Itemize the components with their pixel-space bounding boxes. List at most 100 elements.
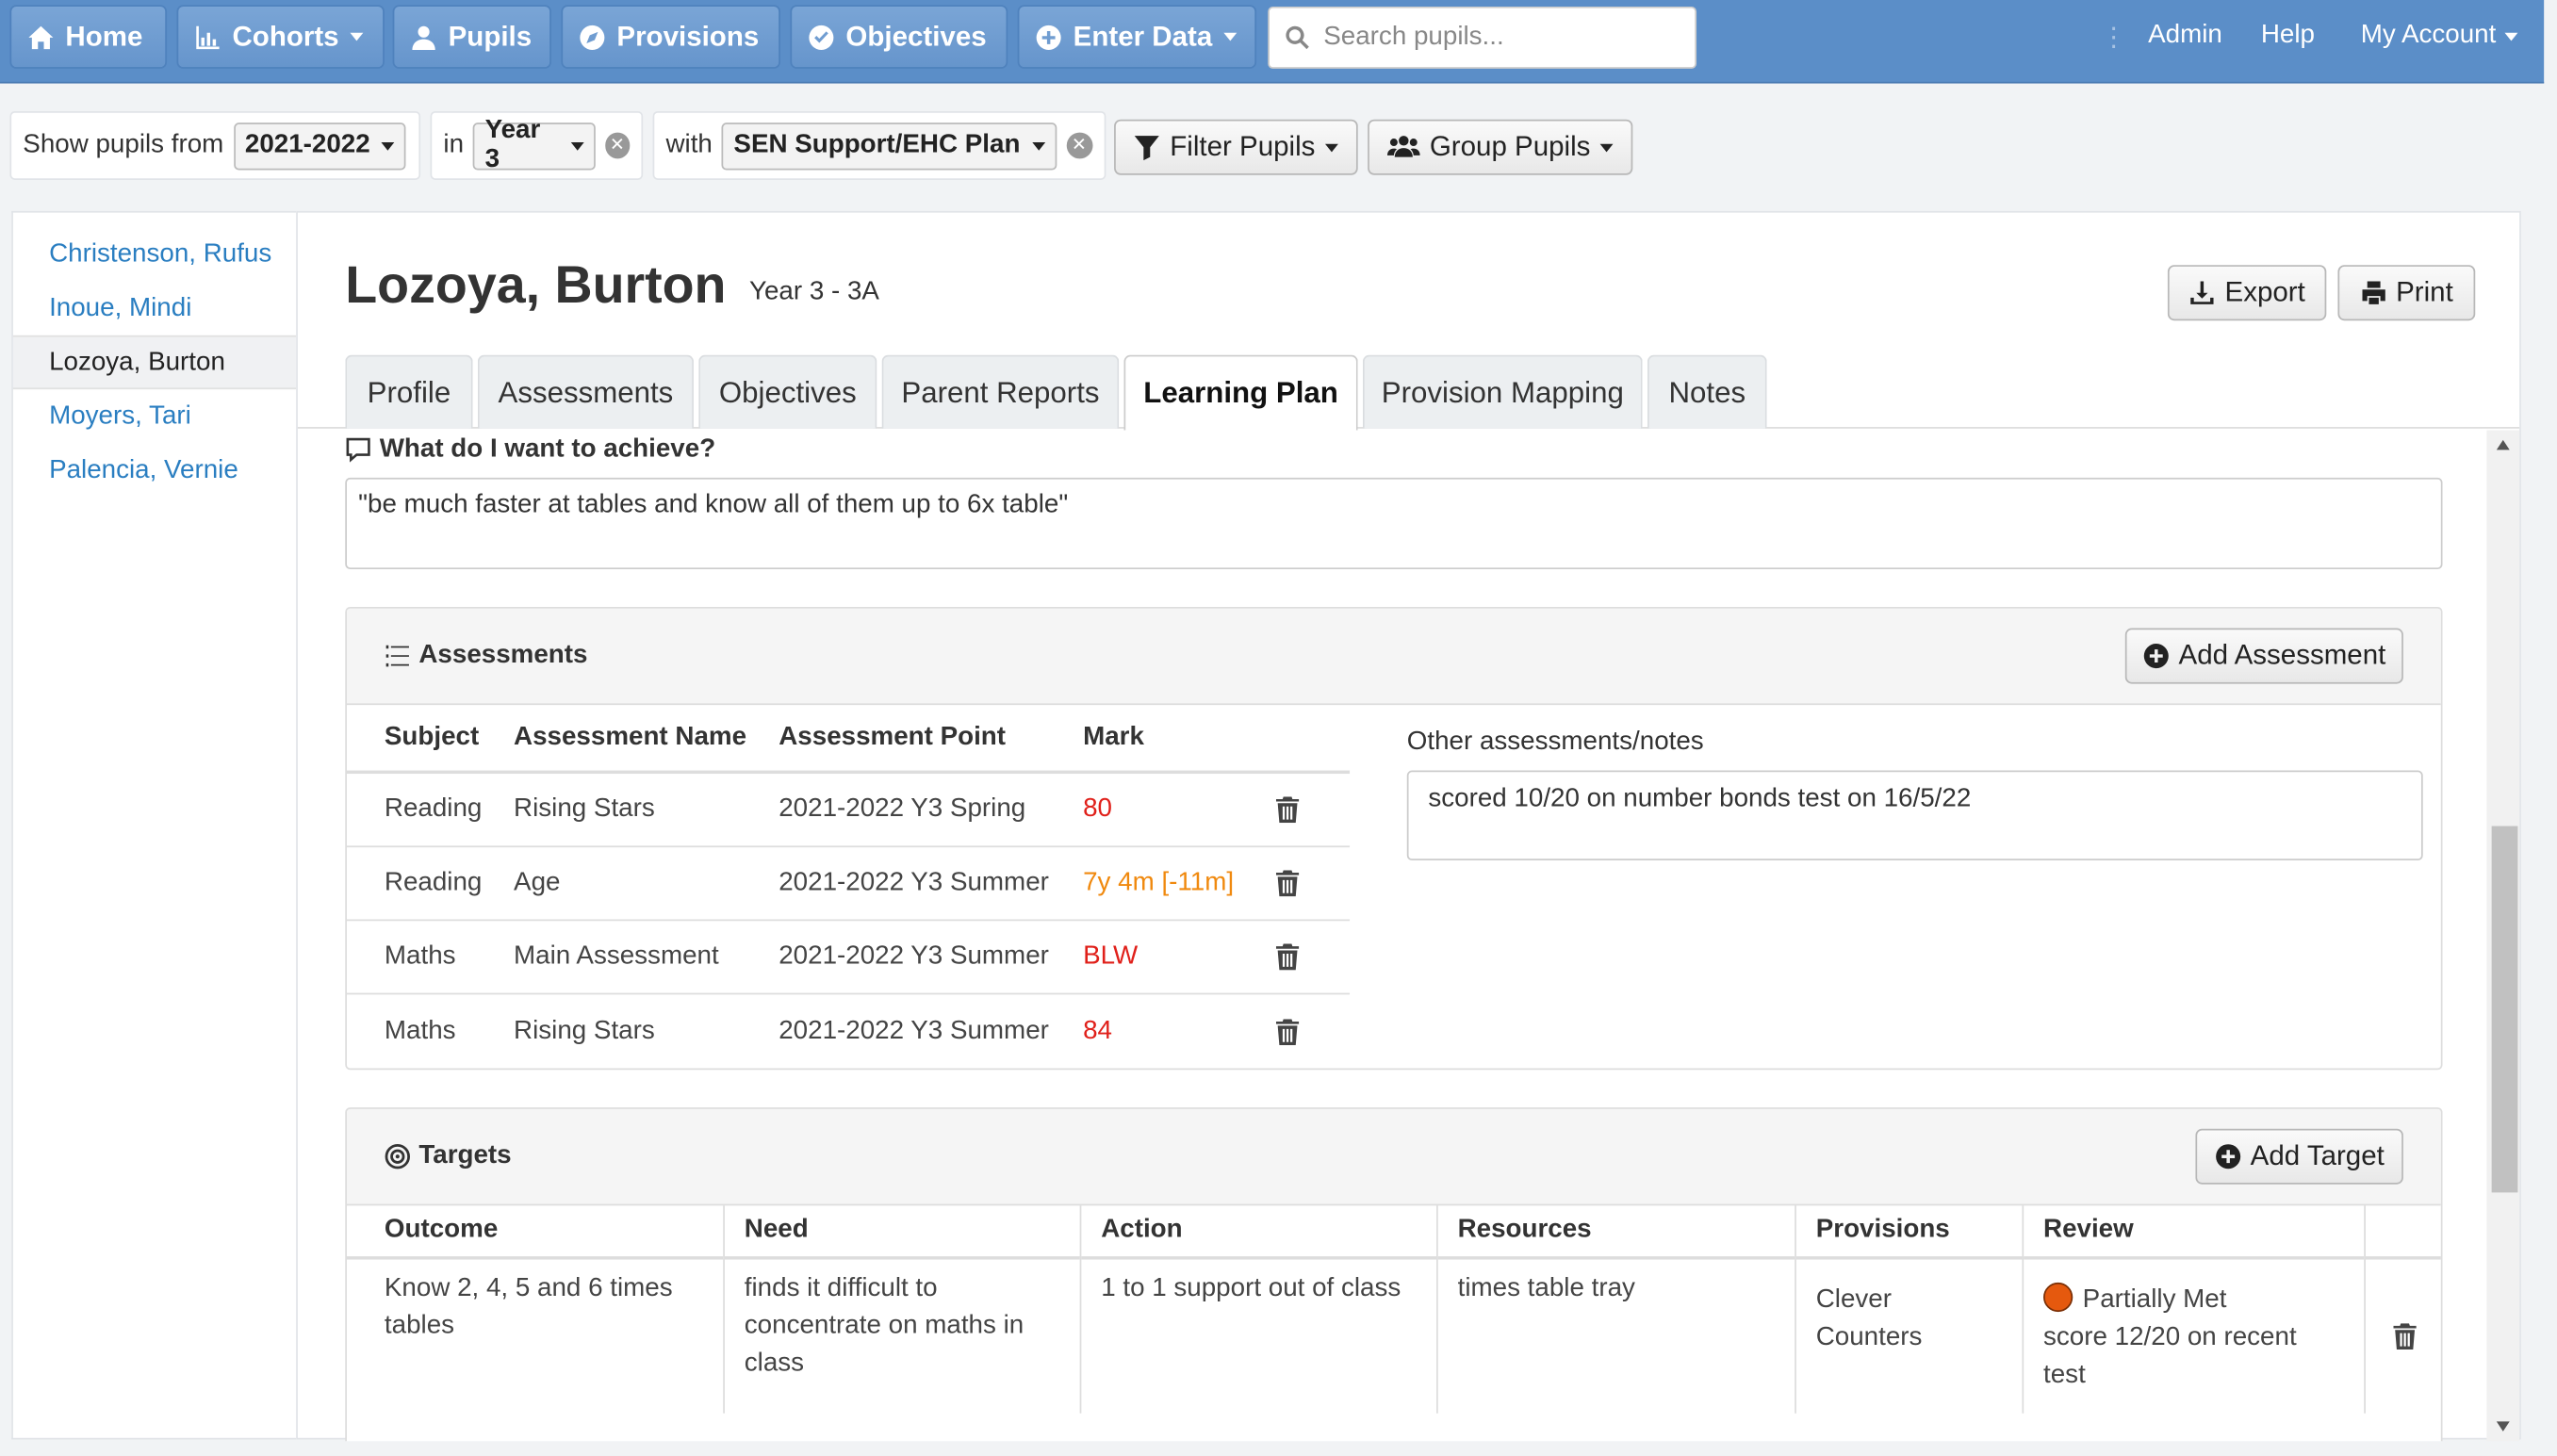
home-button[interactable]: Home — [9, 5, 168, 69]
delete-assessment-button[interactable] — [1275, 921, 1300, 992]
group-select-value: Year 3 — [484, 116, 541, 173]
group-select[interactable]: Year 3 — [473, 116, 596, 173]
pupil-item-selected[interactable]: Lozoya, Burton — [12, 335, 297, 390]
cell-mark: BLW — [1083, 941, 1139, 971]
pupil-item[interactable]: Inoue, Mindi — [13, 282, 296, 335]
other-notes-textarea[interactable]: scored 10/20 on number bonds test on 16/… — [1406, 770, 2423, 861]
list-icon — [385, 645, 409, 667]
add-assessment-button[interactable]: Add Assessment — [2124, 628, 2403, 684]
scroll-down-arrow[interactable] — [2496, 1421, 2510, 1431]
cohorts-button[interactable]: Cohorts — [176, 5, 385, 69]
clear-group-icon[interactable]: ✕ — [604, 132, 631, 159]
top-navbar: Home Cohorts Pupils Provisions Objective… — [0, 0, 2545, 84]
header-outcome: Outcome — [346, 1205, 724, 1260]
other-notes-label: Other assessments/notes — [1406, 728, 1704, 756]
scroll-up-arrow[interactable] — [2496, 439, 2510, 450]
delete-assessment-button[interactable] — [1275, 774, 1300, 845]
cell-mark: 80 — [1083, 794, 1112, 824]
year-select[interactable]: 2021-2022 — [233, 122, 406, 170]
search-box[interactable] — [1268, 6, 1697, 69]
assessments-title-label: Assessments — [418, 641, 588, 669]
group-pupils-button[interactable]: Group Pupils — [1368, 119, 1633, 175]
pupils-button[interactable]: Pupils — [392, 5, 551, 69]
cell-assessment-point: 2021-2022 Y3 Summer — [779, 941, 1049, 971]
col-assessment-point: Assessment Point — [779, 723, 1007, 751]
show-from-label: Show pupils from — [23, 130, 224, 159]
year-filter-group: Show pupils from 2021-2022 — [9, 111, 421, 180]
print-label: Print — [2396, 276, 2453, 308]
trash-icon — [2393, 1323, 2417, 1350]
pupil-list: Christenson, Rufus Inoue, Mindi Lozoya, … — [11, 210, 297, 1440]
add-assessment-label: Add Assessment — [2178, 639, 2386, 671]
delete-target-button[interactable] — [2393, 1323, 2417, 1357]
clear-sen-icon[interactable]: ✕ — [1066, 132, 1092, 159]
pupil-detail-panel: Lozoya, Burton Year 3 - 3A Export Print … — [296, 210, 2521, 1442]
scroll-thumb[interactable] — [2491, 826, 2518, 1193]
tab-assessments[interactable]: Assessments — [477, 354, 694, 429]
tab-notes[interactable]: Notes — [1647, 354, 1767, 429]
add-target-button[interactable]: Add Target — [2195, 1128, 2403, 1185]
search-input[interactable] — [1323, 23, 1684, 53]
filter-pupils-button[interactable]: Filter Pupils — [1114, 119, 1358, 175]
cell-assessment-name: Age — [514, 868, 561, 897]
assessments-table-header: Subject Assessment Name Assessment Point… — [346, 705, 1351, 775]
table-row: Reading Rising Stars 2021-2022 Y3 Spring… — [346, 774, 1351, 848]
header-resources: Resources — [1437, 1205, 1795, 1260]
enter-data-button[interactable]: Enter Data — [1017, 5, 1257, 69]
content-scrollbar[interactable] — [2486, 430, 2520, 1442]
delete-assessment-button[interactable] — [1275, 847, 1300, 919]
achieve-textarea[interactable]: "be much faster at tables and know all o… — [345, 477, 2443, 570]
cell-subject: Maths — [384, 941, 456, 971]
print-icon — [2361, 281, 2385, 304]
cell-assessment-point: 2021-2022 Y3 Summer — [779, 1016, 1049, 1045]
targets-title: Targets — [385, 1142, 512, 1171]
tab-learning-plan[interactable]: Learning Plan — [1123, 354, 1358, 431]
trash-icon — [1275, 943, 1300, 971]
tab-objectives[interactable]: Objectives — [698, 354, 877, 429]
cohorts-label: Cohorts — [232, 20, 339, 52]
header-provisions: Provisions — [1795, 1205, 2023, 1260]
download-icon — [2190, 281, 2214, 304]
col-outcome: Outcome Know 2, 4, 5 and 6 times tables — [346, 1205, 725, 1414]
cell-need: finds it difficult to concentrate on mat… — [744, 1274, 1024, 1378]
col-mark: Mark — [1083, 723, 1144, 751]
col-review: Review Partially Met score 12/20 on rece… — [2024, 1205, 2366, 1414]
tab-profile[interactable]: Profile — [345, 354, 473, 429]
cell-action: 1 to 1 support out of class — [1101, 1274, 1401, 1302]
export-button[interactable]: Export — [2167, 265, 2327, 321]
search-icon — [1286, 25, 1309, 50]
comment-icon — [346, 437, 370, 463]
pupil-class: Year 3 - 3A — [748, 278, 879, 306]
col-resources: Resources times table tray — [1437, 1205, 1796, 1414]
pupils-label: Pupils — [448, 20, 533, 52]
pupil-item[interactable]: Moyers, Tari — [13, 389, 296, 443]
assessments-title: Assessments — [385, 641, 588, 670]
add-target-label: Add Target — [2250, 1139, 2385, 1171]
tab-bar: Profile Assessments Objectives Parent Re… — [297, 354, 2520, 431]
sen-select[interactable]: SEN Support/EHC Plan — [722, 122, 1057, 170]
target-icon — [385, 1144, 410, 1170]
provisions-button[interactable]: Provisions — [561, 5, 780, 69]
chevron-down-icon — [350, 32, 364, 41]
pupil-item[interactable]: Christenson, Rufus — [13, 227, 296, 281]
trash-icon — [1275, 870, 1300, 897]
learning-plan-content: What do I want to achieve? "be much fast… — [344, 432, 2443, 1442]
achieve-label: What do I want to achieve? — [379, 434, 716, 464]
tab-provision-mapping[interactable]: Provision Mapping — [1362, 354, 1643, 429]
col-need: Need finds it difficult to concentrate o… — [724, 1205, 1082, 1414]
targets-title-label: Targets — [418, 1141, 512, 1170]
review-note: score 12/20 on recent test — [2043, 1323, 2297, 1389]
help-link[interactable]: Help — [2261, 22, 2315, 51]
tab-parent-reports[interactable]: Parent Reports — [881, 354, 1120, 429]
sen-select-value: SEN Support/EHC Plan — [733, 130, 1021, 159]
admin-link[interactable]: Admin — [2148, 22, 2222, 51]
print-button[interactable]: Print — [2337, 265, 2476, 321]
delete-assessment-button[interactable] — [1275, 994, 1300, 1068]
my-account-menu[interactable]: My Account — [2361, 22, 2517, 51]
table-row: Maths Rising Stars 2021-2022 Y3 Summer 8… — [347, 994, 1350, 1068]
plus-circle-icon — [1036, 25, 1061, 50]
pupil-item[interactable]: Palencia, Vernie — [13, 443, 296, 497]
cell-mark: 84 — [1083, 1016, 1112, 1045]
table-row: Reading Age 2021-2022 Y3 Summer 7y 4m [-… — [346, 847, 1351, 922]
objectives-button[interactable]: Objectives — [790, 5, 1008, 69]
